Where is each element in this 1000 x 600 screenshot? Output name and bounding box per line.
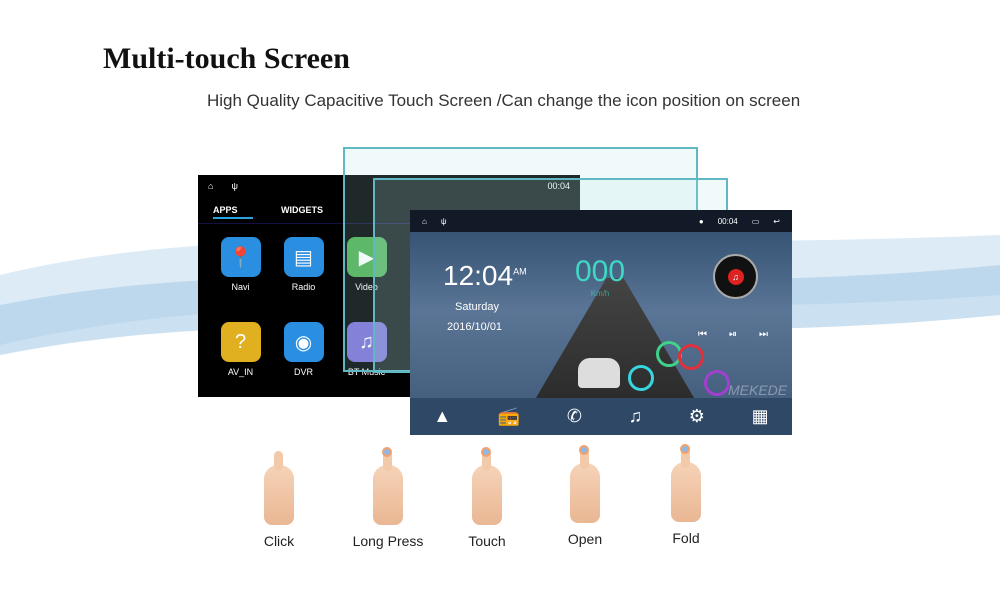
settings-icon[interactable]: ⚙	[689, 406, 705, 427]
clock-day: Saturday	[455, 301, 500, 313]
app-label: Navi	[231, 282, 250, 292]
speed-unit: Km/h	[590, 289, 610, 298]
map-pin-icon: 📍	[220, 237, 261, 277]
gesture-touch: Touch	[437, 447, 537, 549]
hand-icon	[671, 444, 701, 522]
page-title: Multi-touch Screen	[103, 42, 350, 75]
radio-icon[interactable]: 📻	[498, 406, 520, 427]
tab-apps[interactable]: APPS	[213, 205, 253, 219]
hand-icon	[264, 451, 294, 525]
app-radio[interactable]: ▤ Radio	[272, 237, 335, 292]
apps-icon[interactable]: ▦	[752, 406, 769, 427]
app-av_in[interactable]: ? AV_IN	[209, 322, 272, 377]
clock-widget[interactable]: 12:04AM	[443, 260, 527, 292]
recent-apps-icon[interactable]: ▭	[752, 217, 760, 226]
gesture-open: Open	[535, 445, 635, 547]
touch-point	[628, 365, 654, 391]
app-navi[interactable]: 📍 Navi	[209, 237, 272, 292]
radio-icon: ▤	[283, 237, 324, 277]
gesture-label: Click	[263, 533, 295, 549]
home-screen: ⌂ ψ ● 00:04 ▭ ↩ 12:04AM Saturday 2016/10/01 0…	[410, 210, 792, 435]
app-label: AV_IN	[227, 367, 254, 377]
page-subtitle: High Quality Capacitive Touch Screen /Ca…	[207, 91, 801, 110]
status-bar: ⌂ ψ ● 00:04 ▭ ↩	[410, 210, 792, 232]
usb-icon: ψ	[440, 216, 447, 226]
home-icon[interactable]: ⌂	[208, 181, 213, 191]
music-icon[interactable]: ♫	[629, 406, 643, 427]
touch-point	[704, 370, 730, 396]
car-image	[578, 358, 620, 388]
gesture-label: Open	[567, 531, 603, 547]
cable-icon: ?	[220, 322, 261, 362]
clock-date: 2016/10/01	[447, 321, 503, 333]
navigation-icon[interactable]: ▲	[433, 406, 451, 427]
gesture-label: Long Press	[352, 533, 424, 549]
clock-ampm: AM	[513, 266, 527, 277]
touch-point	[678, 344, 704, 370]
gesture-click: Click	[229, 451, 329, 549]
hand-icon	[472, 447, 502, 525]
hand-icon	[373, 447, 403, 525]
play-pause-icon[interactable]: ⏯	[729, 329, 737, 340]
tab-widgets[interactable]: WIDGETS	[281, 205, 323, 219]
gesture-long-press: Long Press	[338, 447, 438, 549]
speedometer: 000 Km/h	[575, 255, 625, 298]
camera-icon: ◉	[283, 322, 324, 362]
gesture-label: Touch	[468, 533, 506, 549]
music-disc-icon[interactable]: ♫	[713, 254, 758, 299]
hand-icon	[570, 445, 600, 523]
clock-time: 12:04	[443, 260, 514, 291]
previous-icon[interactable]: ⏮	[698, 329, 707, 340]
home-icon[interactable]: ⌂	[422, 217, 427, 226]
app-label: DVR	[293, 367, 313, 377]
dock: ▲ 📻 ✆ ♫ ⚙ ▦	[410, 398, 792, 435]
phone-icon[interactable]: ✆	[567, 406, 582, 427]
next-icon[interactable]: ⏭	[759, 329, 768, 340]
app-label: Radio	[291, 282, 316, 292]
back-icon[interactable]: ↩	[773, 217, 780, 226]
watermark: MEKEDE	[728, 382, 788, 398]
speed-value: 000	[575, 255, 626, 288]
app-dvr[interactable]: ◉ DVR	[272, 322, 335, 377]
status-time: 00:04	[717, 216, 738, 226]
location-icon: ●	[698, 216, 704, 226]
usb-icon: ψ	[231, 181, 238, 191]
gesture-label: Fold	[672, 530, 700, 546]
gesture-fold: Fold	[636, 444, 736, 546]
